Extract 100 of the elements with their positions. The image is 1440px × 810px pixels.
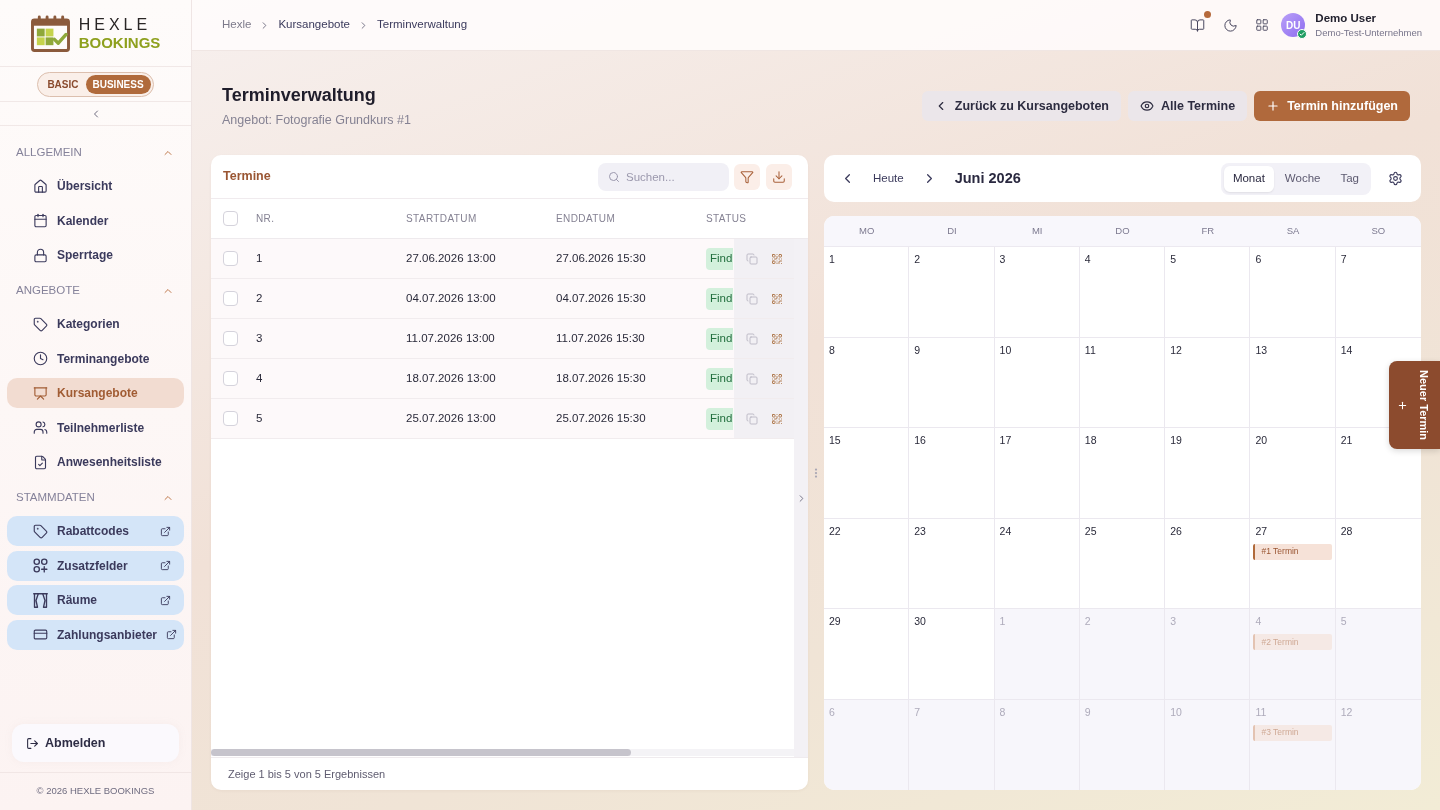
- day-number: 23: [914, 524, 926, 538]
- status-badge: Find: [706, 327, 734, 350]
- status-badge: Find: [706, 247, 734, 270]
- day-number: 2: [1084, 615, 1091, 628]
- table-cell: 04.07.2026 13:00: [406, 291, 496, 304]
- nav-item[interactable]: Zusatzfelder: [7, 550, 184, 581]
- page-title: Terminverwaltung: [222, 84, 377, 106]
- qr-code-button[interactable]: [769, 331, 784, 346]
- plan-option[interactable]: BUSINESS: [85, 74, 151, 94]
- copy-icon: [745, 252, 758, 265]
- breadcrumb-link[interactable]: Kursangebote: [278, 16, 351, 34]
- external-link-icon: [160, 525, 171, 537]
- checkbox[interactable]: [223, 251, 238, 266]
- new-appointment-tab[interactable]: Neuer Termin: [1389, 361, 1440, 449]
- checkbox[interactable]: [223, 411, 238, 426]
- day-number: 8: [999, 705, 1006, 719]
- day-number: 21: [1340, 434, 1353, 447]
- day-number: 14: [1340, 343, 1353, 357]
- horizontal-scrollbar[interactable]: [211, 749, 794, 756]
- nav-item[interactable]: Terminangebote: [7, 343, 184, 374]
- table-cell: 18.07.2026 13:00: [406, 371, 496, 384]
- copy-icon: [745, 412, 758, 425]
- weekday-label: MI: [1031, 223, 1043, 238]
- day-number: 26: [1170, 524, 1182, 538]
- qr-code-button[interactable]: [769, 251, 784, 266]
- logout-button[interactable]: Abmelden: [12, 724, 179, 762]
- table-cell: 4: [256, 371, 263, 384]
- users-icon: [33, 420, 48, 435]
- qr-code-button[interactable]: [769, 411, 784, 426]
- checkbox[interactable]: [223, 291, 238, 306]
- external-link-icon: [160, 594, 171, 606]
- table-cell: 04.07.2026 15:30: [556, 291, 646, 304]
- tag-icon: [33, 316, 48, 332]
- checkbox[interactable]: [223, 211, 238, 226]
- section-header[interactable]: ANGEBOTE: [7, 279, 184, 303]
- nav-item[interactable]: Anwesenheitsliste: [7, 447, 184, 477]
- day-number: 17: [999, 434, 1012, 447]
- shapes-plus-icon: [33, 558, 48, 573]
- copy-button[interactable]: [744, 411, 759, 426]
- nav-item[interactable]: Zahlungsanbieter: [7, 619, 184, 650]
- day-number: 5: [1340, 615, 1347, 628]
- day-number: 8: [829, 343, 835, 357]
- calendar-icon: [33, 213, 48, 228]
- qr-code-button[interactable]: [769, 291, 784, 306]
- book-icon: [1189, 17, 1205, 33]
- section-header[interactable]: ALLGEMEIN: [7, 141, 184, 165]
- nav-item[interactable]: Räume: [7, 585, 184, 615]
- today-button[interactable]: Heute: [865, 166, 912, 191]
- nav-item[interactable]: Teilnehmerliste: [7, 412, 184, 443]
- download-button[interactable]: [766, 163, 792, 190]
- nav-item[interactable]: Kategorien: [7, 309, 184, 339]
- qr-code-button[interactable]: [769, 371, 784, 386]
- view-tab[interactable]: Monat: [1223, 165, 1274, 192]
- external-link-icon: [166, 629, 177, 640]
- breadcrumb-link[interactable]: Hexle: [222, 16, 252, 34]
- filter-button[interactable]: [734, 163, 760, 190]
- month-title: Juni 2026: [954, 168, 1021, 188]
- search-field[interactable]: Suchen...: [598, 162, 729, 191]
- column-header: ENDDATUM: [556, 213, 616, 224]
- add-button[interactable]: Termin hinzufügen: [1254, 91, 1410, 121]
- qr-code-icon: [770, 292, 783, 305]
- qr-code-icon: [770, 412, 783, 425]
- weekday-label: SO: [1371, 223, 1386, 238]
- clock-icon: [33, 351, 48, 366]
- day-number: 13: [1255, 343, 1268, 357]
- day-number: 11: [1255, 705, 1267, 719]
- day-number: 4: [1084, 253, 1091, 266]
- nav-item[interactable]: Übersicht: [7, 171, 184, 201]
- nav-item[interactable]: Kalender: [7, 205, 184, 236]
- day-number: 3: [1170, 615, 1176, 628]
- nav-item[interactable]: Kursangebote: [7, 378, 184, 408]
- filter-icon: [740, 169, 754, 184]
- nav-item[interactable]: Rabattcodes: [7, 516, 184, 546]
- user-name: Demo User: [1315, 10, 1378, 26]
- lock-icon: [33, 247, 48, 263]
- day-number: 9: [1084, 705, 1091, 719]
- view-tab[interactable]: Tag: [1331, 165, 1368, 192]
- status-badge: Find: [706, 287, 734, 310]
- calendar-event[interactable]: #1 Termin: [1253, 543, 1332, 560]
- plan-option[interactable]: BASIC: [40, 74, 86, 94]
- logo-wordmark: HEXLE BOOKINGS: [78, 16, 161, 50]
- day-number: 10: [1170, 705, 1182, 719]
- table-cell: 5: [256, 411, 263, 424]
- qr-code-icon: [770, 332, 783, 345]
- copy-button[interactable]: [744, 331, 759, 346]
- back-button[interactable]: Zurück zu Kursangeboten: [921, 91, 1121, 121]
- copy-button[interactable]: [744, 251, 759, 266]
- checkbox[interactable]: [223, 371, 238, 386]
- copy-button[interactable]: [744, 371, 759, 386]
- nav-item[interactable]: Sperrtage: [7, 240, 184, 270]
- view-all-button[interactable]: Alle Termine: [1128, 91, 1248, 121]
- breadcrumb-current: Terminverwaltung: [377, 17, 468, 33]
- external-link-icon: [160, 560, 171, 571]
- day-number: 9: [914, 343, 921, 357]
- copy-button[interactable]: [744, 291, 759, 306]
- column-header: STARTDATUM: [406, 213, 477, 224]
- checkbox[interactable]: [223, 331, 238, 346]
- file-check-icon: [33, 454, 48, 470]
- section-header[interactable]: STAMMDATEN: [7, 486, 184, 510]
- view-tab[interactable]: Woche: [1275, 165, 1330, 192]
